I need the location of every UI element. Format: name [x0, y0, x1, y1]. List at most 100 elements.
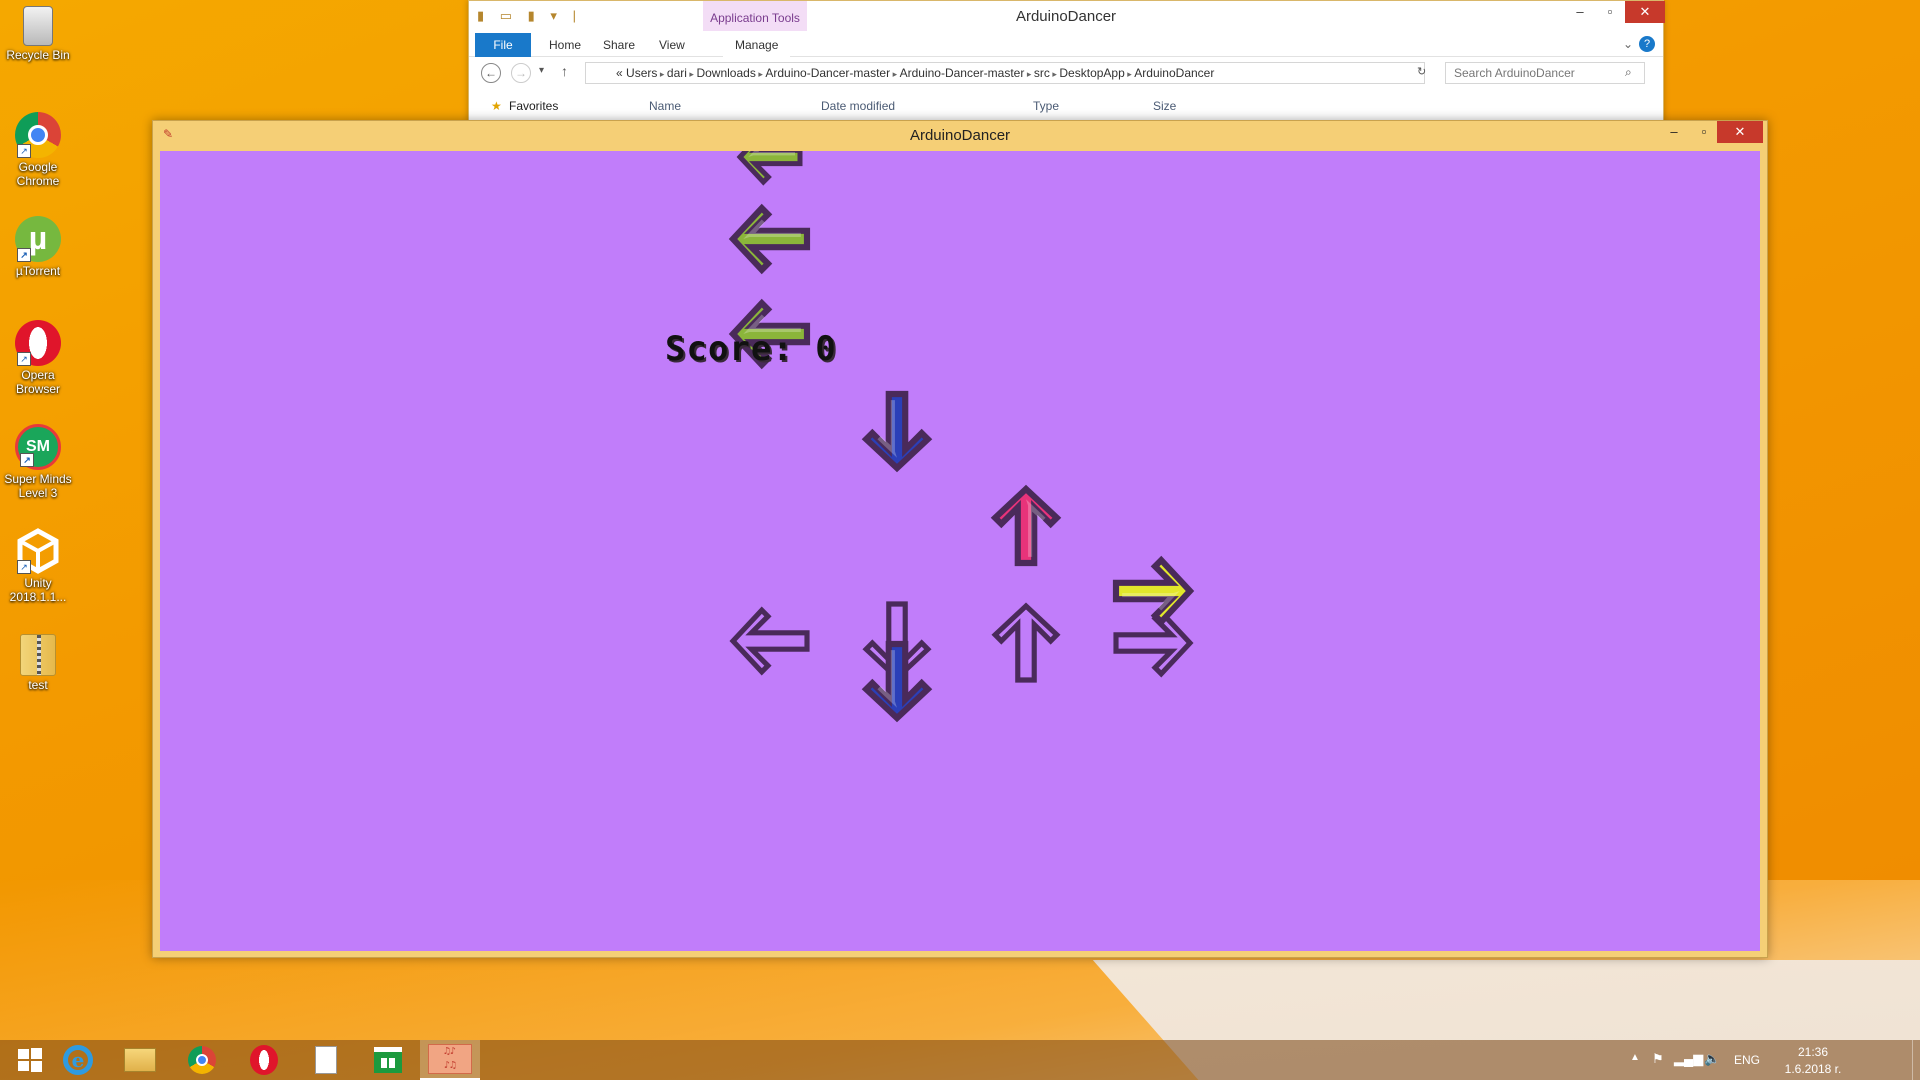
note-left-arrow-icon [736, 151, 803, 186]
desktop-icon-superminds[interactable]: SM ↗ Super Minds Level 3 [2, 424, 74, 500]
notepad-icon [315, 1046, 337, 1074]
desktop-icon-test[interactable]: test [2, 634, 74, 692]
address-bar[interactable]: « Users ▸ dari ▸ Downloads ▸ Arduino-Dan… [585, 62, 1425, 84]
column-type[interactable]: Type [1033, 99, 1059, 113]
desktop-icon-label: Super Minds Level 3 [4, 472, 72, 500]
desktop-icon-recycle-bin[interactable]: Recycle Bin [2, 6, 74, 62]
breadcrumb: « Users ▸ dari ▸ Downloads ▸ Arduino-Dan… [616, 66, 1214, 80]
note-down-arrow-icon [861, 390, 933, 473]
taskbar-arduino-dancer[interactable]: ♫♪ ♪♫ [420, 1040, 480, 1080]
taskbar-store[interactable] [358, 1040, 418, 1080]
game-canvas[interactable]: Score: 0 [160, 151, 1760, 951]
tab-view[interactable]: View [647, 33, 697, 57]
breadcrumb-separator-icon[interactable]: ▸ [1024, 69, 1034, 79]
breadcrumb-item[interactable]: « [616, 66, 623, 80]
up-button[interactable]: ↑ [561, 63, 568, 79]
language-indicator[interactable]: ENG [1734, 1053, 1760, 1067]
breadcrumb-item[interactable]: Arduino-Dancer-master [900, 66, 1025, 80]
show-hidden-icons-icon[interactable]: ▲ [1630, 1052, 1640, 1063]
tab-file[interactable]: File [475, 33, 531, 57]
arduino-dancer-window[interactable]: ✎ ArduinoDancer – ▫ ✕ Score: 0 [152, 120, 1768, 958]
tab-manage[interactable]: Manage [723, 33, 791, 57]
breadcrumb-item[interactable]: Arduino-Dancer-master [765, 66, 890, 80]
file-explorer-icon [124, 1048, 156, 1072]
desktop-icon-label: Opera Browser [15, 368, 60, 396]
maximize-button[interactable]: ▫ [1689, 121, 1719, 143]
desktop-icon-label: Unity 2018.1.1... [9, 576, 67, 604]
volume-icon[interactable]: 🔈 [1704, 1051, 1720, 1067]
show-desktop-button[interactable] [1912, 1040, 1920, 1080]
receptor-left-arrow-icon [729, 606, 810, 676]
taskbar-opera[interactable] [234, 1040, 294, 1080]
desktop-icon-opera[interactable]: ↗ Opera Browser [2, 320, 74, 396]
taskbar-notepad[interactable] [296, 1040, 356, 1080]
maximize-button[interactable]: ▫ [1595, 1, 1625, 23]
note-right-arrow-icon [1112, 555, 1195, 627]
desktop-icon-label: µTorrent [15, 264, 61, 278]
score-display: Score: 0 [665, 329, 837, 369]
opera-icon [250, 1045, 278, 1075]
chrome-icon: ↗ [15, 112, 61, 158]
internet-explorer-icon: e [63, 1045, 93, 1075]
shortcut-arrow-icon: ↗ [17, 560, 31, 574]
search-input[interactable]: Search ArduinoDancer [1445, 62, 1645, 84]
opera-icon: ↗ [15, 320, 61, 366]
taskbar-file-explorer[interactable] [110, 1040, 170, 1080]
unity-icon: ↗ [15, 528, 61, 574]
taskbar-chrome[interactable] [172, 1040, 232, 1080]
close-button[interactable]: ✕ [1717, 121, 1763, 143]
breadcrumb-separator-icon[interactable]: ▸ [890, 69, 900, 79]
recent-locations-icon[interactable]: ▾ [539, 65, 544, 76]
breadcrumb-item[interactable]: ArduinoDancer [1134, 66, 1214, 80]
file-explorer-window[interactable]: ▮ ▭ ▮ ▾ | Application Tools ArduinoDance… [468, 0, 1665, 122]
explorer-titlebar[interactable]: ▮ ▭ ▮ ▾ | Application Tools ArduinoDance… [469, 1, 1665, 31]
utorrent-icon: µ ↗ [15, 216, 61, 262]
breadcrumb-item[interactable]: Users [626, 66, 657, 80]
desktop-icon-utorrent[interactable]: µ ↗ µTorrent [2, 216, 74, 278]
action-center-icon[interactable]: ⚑ [1652, 1051, 1664, 1067]
taskbar-internet-explorer[interactable]: e [48, 1040, 108, 1080]
column-date-modified[interactable]: Date modified [821, 99, 895, 113]
column-size[interactable]: Size [1153, 99, 1176, 113]
explorer-title: ArduinoDancer [1015, 8, 1117, 25]
favorites-star-icon: ★ [491, 99, 502, 113]
breadcrumb-item[interactable]: src [1034, 66, 1050, 80]
breadcrumb-separator-icon[interactable]: ▸ [657, 69, 667, 79]
clock-date[interactable]: 1.6.2018 r. [1774, 1062, 1852, 1076]
refresh-icon[interactable]: ↻ [1417, 65, 1426, 78]
back-button[interactable]: ← [481, 63, 501, 83]
column-name[interactable]: Name [649, 99, 681, 113]
system-tray: ▲ ⚑ ▂▄▆ 🔈 ENG 21:36 1.6.2018 r. [1620, 1040, 1920, 1080]
shortcut-arrow-icon: ↗ [17, 144, 31, 158]
tab-share[interactable]: Share [591, 33, 647, 57]
desktop-icon-label: Google Chrome [16, 160, 60, 188]
desktop-icon-chrome[interactable]: ↗ Google Chrome [2, 112, 74, 188]
game-titlebar[interactable]: ✎ ArduinoDancer – ▫ ✕ [153, 121, 1767, 149]
shortcut-arrow-icon: ↗ [17, 352, 31, 366]
desktop-icon-unity[interactable]: ↗ Unity 2018.1.1... [2, 528, 74, 604]
breadcrumb-separator-icon[interactable]: ▸ [756, 69, 766, 79]
taskbar: e ♫♪ ♪♫ ▲ ⚑ ▂▄▆ 🔈 ENG 21:36 1.6.2018 r. [0, 1040, 1920, 1080]
chrome-icon [188, 1046, 216, 1074]
file-list-header: ★ Favorites Name Date modified Type Size [469, 93, 1663, 121]
shortcut-arrow-icon: ↗ [20, 453, 34, 467]
clock-time[interactable]: 21:36 [1786, 1045, 1840, 1059]
breadcrumb-item[interactable]: dari [667, 66, 687, 80]
minimize-button[interactable]: – [1565, 1, 1595, 23]
store-icon [374, 1047, 402, 1073]
expand-ribbon-icon[interactable]: ⌄ [1623, 37, 1633, 51]
address-bar-row: ← → ▾ ↑ « Users ▸ dari ▸ Downloads ▸ Ard… [469, 59, 1663, 89]
minimize-button[interactable]: – [1659, 121, 1689, 143]
close-button[interactable]: ✕ [1625, 1, 1665, 23]
breadcrumb-item[interactable]: Downloads [696, 66, 755, 80]
network-icon[interactable]: ▂▄▆ [1674, 1051, 1703, 1067]
desktop-icon-label: Recycle Bin [6, 48, 70, 62]
forward-button[interactable]: → [511, 63, 531, 83]
breadcrumb-separator-icon[interactable]: ▸ [1125, 69, 1135, 79]
tab-home[interactable]: Home [537, 33, 593, 57]
help-icon[interactable]: ? [1639, 36, 1655, 52]
start-icon [18, 1048, 42, 1072]
breadcrumb-item[interactable]: DesktopApp [1059, 66, 1124, 80]
breadcrumb-separator-icon[interactable]: ▸ [1050, 69, 1060, 79]
nav-favorites[interactable]: Favorites [509, 99, 558, 113]
